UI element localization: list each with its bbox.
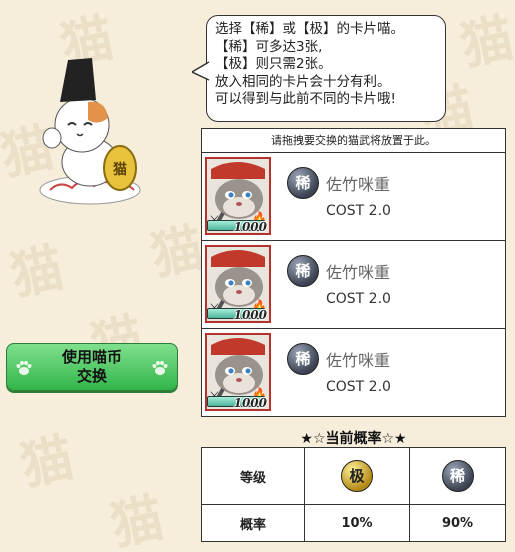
mascot-cat-icon: 猫: [39, 58, 141, 205]
probability-table: 等级 极 稀 概率 10% 90%: [201, 447, 506, 542]
card-slot[interactable]: ⚔ 🔥 1000 稀 佐竹咪重 COST 2.0: [201, 329, 506, 417]
card-power: 1000: [233, 220, 267, 234]
rarity-badge: 稀: [287, 255, 319, 287]
rate-value: 90%: [409, 504, 506, 542]
bubble-tail: [192, 61, 210, 81]
card-slot[interactable]: ⚔ 🔥 1000 稀 佐竹咪重 COST 2.0: [201, 153, 506, 241]
bubble-line-3: 【极】则只需2张。: [215, 56, 332, 72]
grade-cell: 稀: [409, 447, 506, 505]
rarity-badge: 稀: [287, 167, 319, 199]
grade-label: 等级: [201, 447, 305, 505]
card-cost: COST 2.0: [326, 379, 391, 395]
card-power: 1000: [233, 308, 267, 322]
bubble-line-1: 选择【稀】或【极】的卡片喵。: [215, 21, 404, 37]
card-cost: COST 2.0: [326, 291, 391, 307]
rate-value: 10%: [304, 504, 410, 542]
card-portrait[interactable]: ⚔ 🔥 1000: [205, 245, 271, 323]
card-portrait[interactable]: ⚔ 🔥 1000: [205, 333, 271, 411]
card-slot[interactable]: ⚔ 🔥 1000 稀 佐竹咪重 COST 2.0: [201, 241, 506, 329]
bubble-line-4: 放入相同的卡片会十分有利。: [215, 73, 391, 90]
probability-title: ★☆当前概率☆★: [300, 431, 407, 447]
exchange-with-coins-button[interactable]: 使用喵币 交换: [6, 343, 178, 391]
speech-bubble: 选择【稀】或【极】的卡片喵。 【稀】可多达3张, 【极】则只需2张。 放入相同的…: [192, 15, 446, 122]
grade-cell: 极: [304, 447, 410, 505]
bubble-line-2: 【稀】可多达3张,: [215, 38, 323, 55]
rate-label: 概率: [201, 504, 305, 542]
card-name: 佐竹咪重: [326, 175, 391, 194]
card-slot-list: ⚔ 🔥 1000 稀 佐竹咪重 COST 2.0 ⚔ 🔥 1000: [201, 153, 506, 417]
rarity-badge: 稀: [287, 343, 319, 375]
grade-badge-silver: 稀: [441, 460, 474, 492]
card-cost: COST 2.0: [326, 203, 391, 219]
card-power: 1000: [233, 396, 267, 410]
mascot-coin-text: 猫: [113, 161, 127, 178]
drop-instruction: 请拖拽要交换的猫武将放置于此。: [201, 128, 506, 153]
card-name: 佐竹咪重: [326, 263, 391, 282]
card-name: 佐竹咪重: [326, 351, 391, 370]
grade-badge-gold: 极: [341, 460, 373, 492]
card-portrait[interactable]: ⚔ 🔥 1000: [205, 157, 271, 235]
paw-icon: [152, 361, 168, 375]
bubble-line-5: 可以得到与此前不同的卡片哦!: [215, 91, 396, 107]
